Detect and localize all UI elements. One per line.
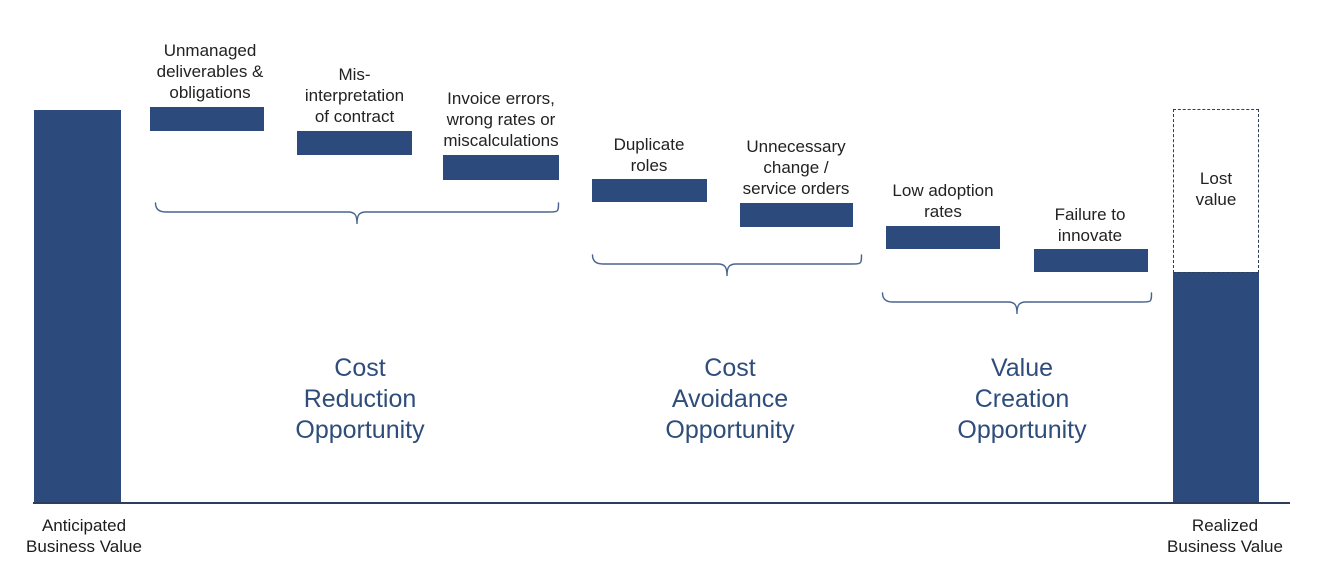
step-bar-label: Unnecessary change / service orders — [742, 137, 850, 198]
step-bar-label: Duplicate roles — [613, 135, 685, 175]
lost-value-label: Lost value — [1195, 169, 1237, 209]
group-title-cost-avoidance: Cost Avoidance Opportunity — [665, 354, 795, 444]
step-bar — [1034, 249, 1148, 272]
group-title-cost-reduction: Cost Reduction Opportunity — [295, 354, 425, 444]
step-bar — [592, 179, 707, 202]
realized-label: Realized Business Value — [1167, 516, 1283, 556]
anticipated-label: Anticipated Business Value — [26, 516, 142, 556]
waterfall-chart-canvas: Lost value Unmanaged deliverables & obli… — [0, 0, 1326, 567]
anticipated-business-value-bar — [34, 110, 121, 502]
step-bar-label: Failure to innovate — [1054, 205, 1126, 245]
step-bar — [297, 131, 412, 155]
step-bar-label: Invoice errors, wrong rates or miscalcul… — [443, 89, 559, 150]
step-bar — [740, 203, 853, 227]
group-brace — [881, 292, 1153, 317]
step-bar-label: Unmanaged deliverables & obligations — [156, 41, 264, 102]
lost-value-box: Lost value — [1173, 109, 1259, 273]
step-bar — [443, 155, 559, 180]
realized-business-value-bar — [1173, 272, 1259, 502]
group-title-value-creation: Value Creation Opportunity — [957, 354, 1087, 444]
group-brace — [154, 202, 560, 227]
step-bar-label: Mis- interpretation of contract — [304, 65, 405, 126]
group-brace — [591, 254, 863, 279]
step-bar-label: Low adoption rates — [892, 181, 994, 221]
baseline-axis — [33, 502, 1290, 504]
step-bar — [150, 107, 264, 131]
step-bar — [886, 226, 1000, 249]
